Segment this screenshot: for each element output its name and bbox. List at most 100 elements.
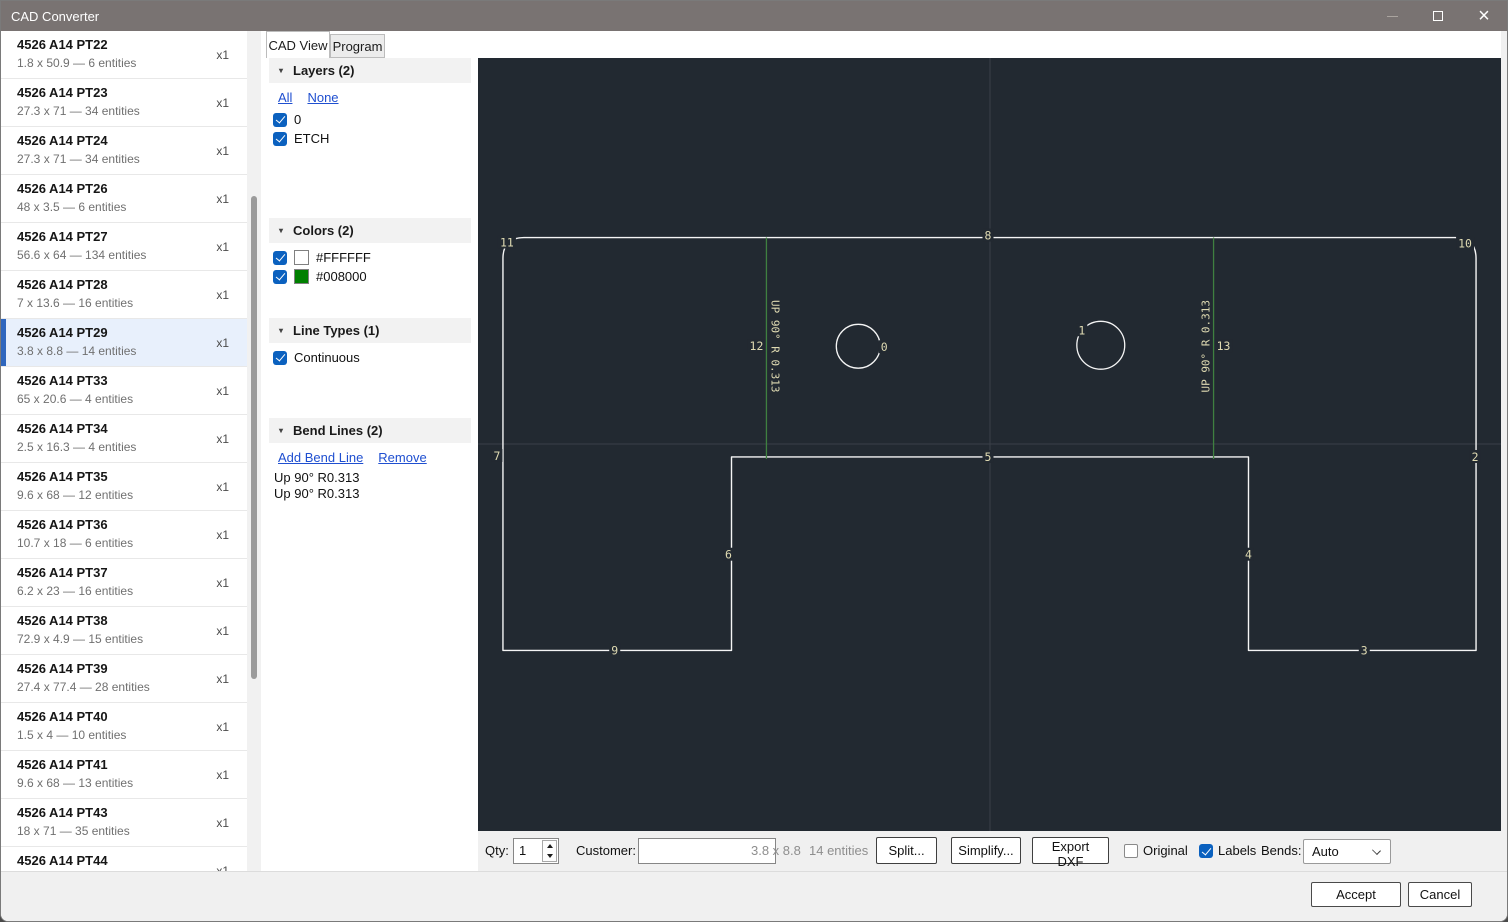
part-name: 4526 A14 PT33 xyxy=(17,373,247,388)
layer-row: 0 xyxy=(269,110,471,129)
collapse-caret-icon[interactable]: ▾ xyxy=(279,66,283,75)
cad-drawing: UP 90° R 0.313UP 90° R 0.313118107256493… xyxy=(478,58,1501,831)
bend-line-item[interactable]: Up 90° R0.313 xyxy=(274,486,471,502)
split-button[interactable]: Split... xyxy=(876,837,937,864)
entity-label: 5 xyxy=(985,450,992,464)
part-name: 4526 A14 PT36 xyxy=(17,517,247,532)
part-info: 18 x 71 — 35 entities xyxy=(17,824,247,838)
cancel-button[interactable]: Cancel xyxy=(1408,882,1472,907)
entity-label: 2 xyxy=(1472,450,1479,464)
dimensions-text: 3.8 x 8.8 xyxy=(751,843,801,858)
list-item[interactable]: 4526 A14 PT419.6 x 68 — 13 entitiesx1 xyxy=(1,751,247,799)
entity-label: 10 xyxy=(1458,237,1472,251)
simplify-button[interactable]: Simplify... xyxy=(951,837,1021,864)
canvas-toolbar: Qty: 1 Customer: 3.8 x 8.8 14 entities B… xyxy=(478,831,1501,871)
part-qty: x1 xyxy=(216,816,229,830)
collapse-caret-icon[interactable]: ▾ xyxy=(279,326,283,335)
close-button[interactable]: × xyxy=(1461,1,1507,31)
line-type-checkbox[interactable] xyxy=(273,351,287,365)
entity-label: 13 xyxy=(1217,339,1231,353)
line-type-row: Continuous xyxy=(269,348,471,367)
part-info: 65 x 20.6 — 4 entities xyxy=(17,392,247,406)
qty-stepper[interactable]: 1 xyxy=(513,838,559,864)
bend-annotation: UP 90° R 0.313 xyxy=(1200,300,1213,392)
part-info: 7 x 13.6 — 16 entities xyxy=(17,296,247,310)
list-item[interactable]: 4526 A14 PT342.5 x 16.3 — 4 entitiesx1 xyxy=(1,415,247,463)
list-item[interactable]: 4526 A14 PT3872.9 x 4.9 — 15 entitiesx1 xyxy=(1,607,247,655)
entity-label: 4 xyxy=(1245,548,1252,562)
bend-lines-title: Bend Lines (2) xyxy=(293,423,383,438)
qty-input[interactable]: 1 xyxy=(514,839,541,863)
minimize-button[interactable] xyxy=(1369,1,1415,31)
list-item[interactable]: 4526 A14 PT2648 x 3.5 — 6 entitiesx1 xyxy=(1,175,247,223)
list-item[interactable]: 4526 A14 PT3610.7 x 18 — 6 entitiesx1 xyxy=(1,511,247,559)
part-name: 4526 A14 PT23 xyxy=(17,85,247,100)
collapse-caret-icon[interactable]: ▾ xyxy=(279,426,283,435)
part-name: 4526 A14 PT39 xyxy=(17,661,247,676)
original-checkbox[interactable] xyxy=(1124,844,1138,858)
part-name: 4526 A14 PT28 xyxy=(17,277,247,292)
part-info: 1.5 x 4 — 10 entities xyxy=(17,728,247,742)
part-qty: x1 xyxy=(216,192,229,206)
layer-checkbox[interactable] xyxy=(273,132,287,146)
remove-bend-line-link[interactable]: Remove xyxy=(378,450,426,465)
qty-spinner-buttons[interactable] xyxy=(542,840,557,862)
part-info: 9.6 x 68 — 12 entities xyxy=(17,488,247,502)
line-types-header: ▾ Line Types (1) xyxy=(269,318,471,343)
list-item[interactable]: 4526 A14 PT3365 x 20.6 — 4 entitiesx1 xyxy=(1,367,247,415)
collapse-caret-icon[interactable]: ▾ xyxy=(279,226,283,235)
layers-all-link[interactable]: All xyxy=(278,90,292,105)
bend-lines-rows: Up 90° R0.313Up 90° R0.313 xyxy=(269,470,471,502)
entity-label: 9 xyxy=(611,643,618,657)
part-info: 3.8 x 8.8 — 14 entities xyxy=(17,344,247,358)
list-item[interactable]: 4526 A14 PT44x1 xyxy=(1,847,247,871)
list-item[interactable]: 4526 A14 PT376.2 x 23 — 16 entitiesx1 xyxy=(1,559,247,607)
customer-label: Customer: xyxy=(576,843,636,858)
list-item[interactable]: 4526 A14 PT221.8 x 50.9 — 6 entitiesx1 xyxy=(1,31,247,79)
list-item[interactable]: 4526 A14 PT2327.3 x 71 — 34 entitiesx1 xyxy=(1,79,247,127)
layer-label: ETCH xyxy=(294,131,329,146)
list-item-selected[interactable]: 4526 A14 PT293.8 x 8.8 — 14 entitiesx1 xyxy=(1,319,247,367)
canvas-column: UP 90° R 0.313UP 90° R 0.313118107256493… xyxy=(478,31,1501,871)
list-item[interactable]: 4526 A14 PT401.5 x 4 — 10 entitiesx1 xyxy=(1,703,247,751)
tab-program[interactable]: Program xyxy=(330,34,385,58)
bends-dropdown[interactable]: Auto xyxy=(1303,839,1391,864)
layer-checkbox[interactable] xyxy=(273,113,287,127)
part-qty: x1 xyxy=(216,864,229,871)
list-item[interactable]: 4526 A14 PT359.6 x 68 — 12 entitiesx1 xyxy=(1,463,247,511)
parts-list: 4526 A14 PT221.8 x 50.9 — 6 entitiesx1 45… xyxy=(1,31,247,871)
maximize-icon xyxy=(1433,11,1443,21)
part-qty: x1 xyxy=(216,768,229,782)
cad-canvas[interactable]: UP 90° R 0.313UP 90° R 0.313118107256493… xyxy=(478,58,1501,831)
list-item[interactable]: 4526 A14 PT2756.6 x 64 — 134 entitiesx1 xyxy=(1,223,247,271)
color-checkbox[interactable] xyxy=(273,270,287,284)
maximize-button[interactable] xyxy=(1415,1,1461,31)
tab-cad-view[interactable]: CAD View xyxy=(266,31,330,58)
color-label: #008000 xyxy=(316,269,367,284)
list-item[interactable]: 4526 A14 PT287 x 13.6 — 16 entitiesx1 xyxy=(1,271,247,319)
list-item[interactable]: 4526 A14 PT4318 x 71 — 35 entitiesx1 xyxy=(1,799,247,847)
color-row: #008000 xyxy=(269,267,471,286)
scrollbar-thumb[interactable] xyxy=(251,196,257,679)
list-item[interactable]: 4526 A14 PT39 27.4 x 77.4 — 28 entitiesx1 xyxy=(1,655,247,703)
spin-up-icon[interactable] xyxy=(543,841,556,851)
part-name: 4526 A14 PT44 xyxy=(17,853,247,868)
part-info: 27.4 x 77.4 — 28 entities xyxy=(17,680,247,694)
part-qty: x1 xyxy=(216,672,229,686)
parts-list-scrollbar[interactable] xyxy=(247,31,261,871)
color-checkbox[interactable] xyxy=(273,251,287,265)
part-qty: x1 xyxy=(216,144,229,158)
labels-checkbox[interactable] xyxy=(1199,844,1213,858)
add-bend-line-link[interactable]: Add Bend Line xyxy=(278,450,363,465)
layers-none-link[interactable]: None xyxy=(307,90,338,105)
line-types-section: ▾ Line Types (1) Continuous xyxy=(269,318,471,367)
part-info: 27.3 x 71 — 34 entities xyxy=(17,104,247,118)
accept-button[interactable]: Accept xyxy=(1311,882,1401,907)
part-info: 9.6 x 68 — 13 entities xyxy=(17,776,247,790)
entity-label: 0 xyxy=(881,340,888,354)
spin-down-icon[interactable] xyxy=(543,851,556,861)
entity-label: 6 xyxy=(725,548,732,562)
export-dxf-button[interactable]: Export DXF xyxy=(1032,837,1109,864)
bend-line-item[interactable]: Up 90° R0.313 xyxy=(274,470,471,486)
list-item[interactable]: 4526 A14 PT2427.3 x 71 — 34 entitiesx1 xyxy=(1,127,247,175)
